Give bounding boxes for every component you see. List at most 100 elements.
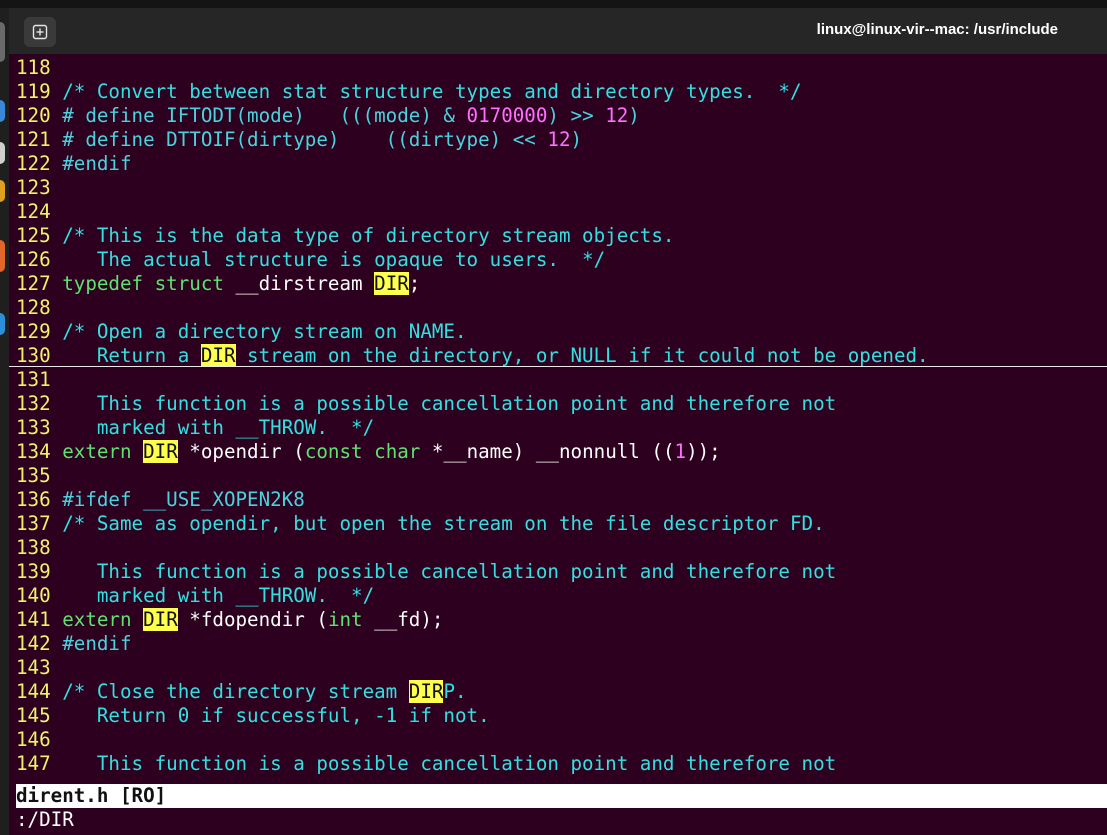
vim-editor-buffer[interactable]: 118 119 /* Convert between stat structur… [16,56,1107,776]
line-number: 138 [16,536,63,559]
line-number: 133 [16,416,63,439]
line-number: 142 [16,632,63,655]
dock-app-icon[interactable] [0,142,5,164]
line-number: 147 [16,752,63,775]
line-number: 125 [16,224,63,247]
line-number: 123 [16,176,63,199]
code-line: 144 /* Close the directory stream DIRP. [16,680,1107,704]
code-line: 138 [16,536,1107,560]
code-token: /* Same as opendir, but open the stream … [62,512,825,535]
code-line: 118 [16,56,1107,80]
code-line: 124 [16,200,1107,224]
dock-app-icon[interactable] [0,100,5,122]
line-number: 141 [16,608,63,631]
code-token: ) [570,128,583,151]
code-line: 141 extern DIR *fdopendir (int __fd); [16,608,1107,632]
line-text: This function is a possible cancellation… [62,560,836,583]
dock [0,8,9,835]
line-number: 136 [16,488,63,511]
line-text: /* Same as opendir, but open the stream … [62,512,824,535]
code-line: 142 #endif [16,632,1107,656]
line-number: 140 [16,584,63,607]
terminal-window: linux@linux-vir--mac: /usr/include 118 1… [9,8,1107,835]
line-text: # define IFTODT(mode) (((mode) & 0170000… [62,104,640,127]
code-line: 127 typedef struct __dirstream DIR; [16,272,1107,296]
dock-app-icon[interactable] [0,313,5,335]
code-line: 143 [16,656,1107,680]
line-number: 126 [16,248,63,271]
code-line: 147 This function is a possible cancella… [16,752,1107,776]
code-token: marked with __THROW. */ [62,416,375,439]
line-number: 131 [16,368,63,391]
dock-app-icon[interactable] [0,180,5,202]
line-text: extern DIR *fdopendir (int __fd); [62,608,443,631]
line-number: 121 [16,128,63,151]
code-line: 121 # define DTTOIF(dirtype) ((dirtype) … [16,128,1107,152]
dock-app-icon[interactable] [0,22,5,62]
code-line: 133 marked with __THROW. */ [16,416,1107,440]
code-line: 134 extern DIR *opendir (const char *__n… [16,440,1107,464]
code-line: 130 Return a DIR stream on the directory… [16,344,1107,368]
code-token: This function is a possible cancellation… [62,392,837,415]
line-number: 129 [16,320,63,343]
code-token: /* Close the directory stream [62,680,409,703]
line-number: 119 [16,80,63,103]
new-tab-icon [32,24,48,40]
code-line: 123 [16,176,1107,200]
code-line: 120 # define IFTODT(mode) (((mode) & 017… [16,104,1107,128]
line-text: # define DTTOIF(dirtype) ((dirtype) << 1… [62,128,582,151]
line-text: This function is a possible cancellation… [62,392,836,415]
line-text: #endif [62,152,131,175]
dock-app-icon[interactable] [0,240,5,272]
search-match: DIR [408,680,444,703]
line-text: #ifdef __USE_XOPEN2K8 [62,488,305,511]
code-line: 129 /* Open a directory stream on NAME. [16,320,1107,344]
code-token: *fdopendir ( [177,608,328,631]
line-text: /* Close the directory stream DIRP. [62,680,467,703]
line-number: 130 [16,344,63,367]
system-top-bar [0,0,1107,8]
code-line: 125 /* This is the data type of director… [16,224,1107,248]
line-text: extern DIR *opendir (const char *__name)… [62,440,721,463]
line-number: 144 [16,680,63,703]
line-text: The actual structure is opaque to users.… [62,248,605,271]
line-number: 145 [16,704,63,727]
code-line: 119 /* Convert between stat structure ty… [16,80,1107,104]
line-text: /* Convert between stat structure types … [62,80,801,103]
new-tab-button[interactable] [24,17,56,47]
code-token: #endif [62,152,132,175]
search-match: DIR [200,344,236,367]
line-text: /* Open a directory stream on NAME. [62,320,466,343]
code-token: /* Open a directory stream on NAME. [62,320,467,343]
code-token: *__name) __nonnull (( [420,440,675,463]
code-token: )); [686,440,721,463]
code-line: 145 Return 0 if successful, -1 if not. [16,704,1107,728]
code-line: 146 [16,728,1107,752]
line-number: 139 [16,560,63,583]
code-token: typedef struct [62,272,224,295]
code-token: __fd); [362,608,444,631]
line-number: 143 [16,656,63,679]
code-token: __dirstream [223,272,375,295]
line-number: 135 [16,464,63,487]
code-token: 1 [674,440,687,463]
code-line: 135 [16,464,1107,488]
code-token: /* This is the data type of directory st… [62,224,675,247]
code-token: #endif [62,632,132,655]
line-text: This function is a possible cancellation… [62,752,836,775]
line-text: Return 0 if successful, -1 if not. [62,704,490,727]
code-token: 12 [547,128,571,151]
code-token: ; [408,272,421,295]
line-text: typedef struct __dirstream DIR; [62,272,420,295]
line-text: /* This is the data type of directory st… [62,224,674,247]
line-number: 146 [16,728,63,751]
code-line: 126 The actual structure is opaque to us… [16,248,1107,272]
code-line: 131 [16,368,1107,392]
code-line: 137 /* Same as opendir, but open the str… [16,512,1107,536]
code-token: 0170000 [466,104,548,127]
code-token: #ifdef __USE_XOPEN2K8 [62,488,305,511]
code-token: int [327,608,363,631]
vim-command-line[interactable]: :/DIR [16,808,1107,832]
code-token: # define DTTOIF(dirtype) ((dirtype) << [62,128,548,151]
line-number: 137 [16,512,63,535]
